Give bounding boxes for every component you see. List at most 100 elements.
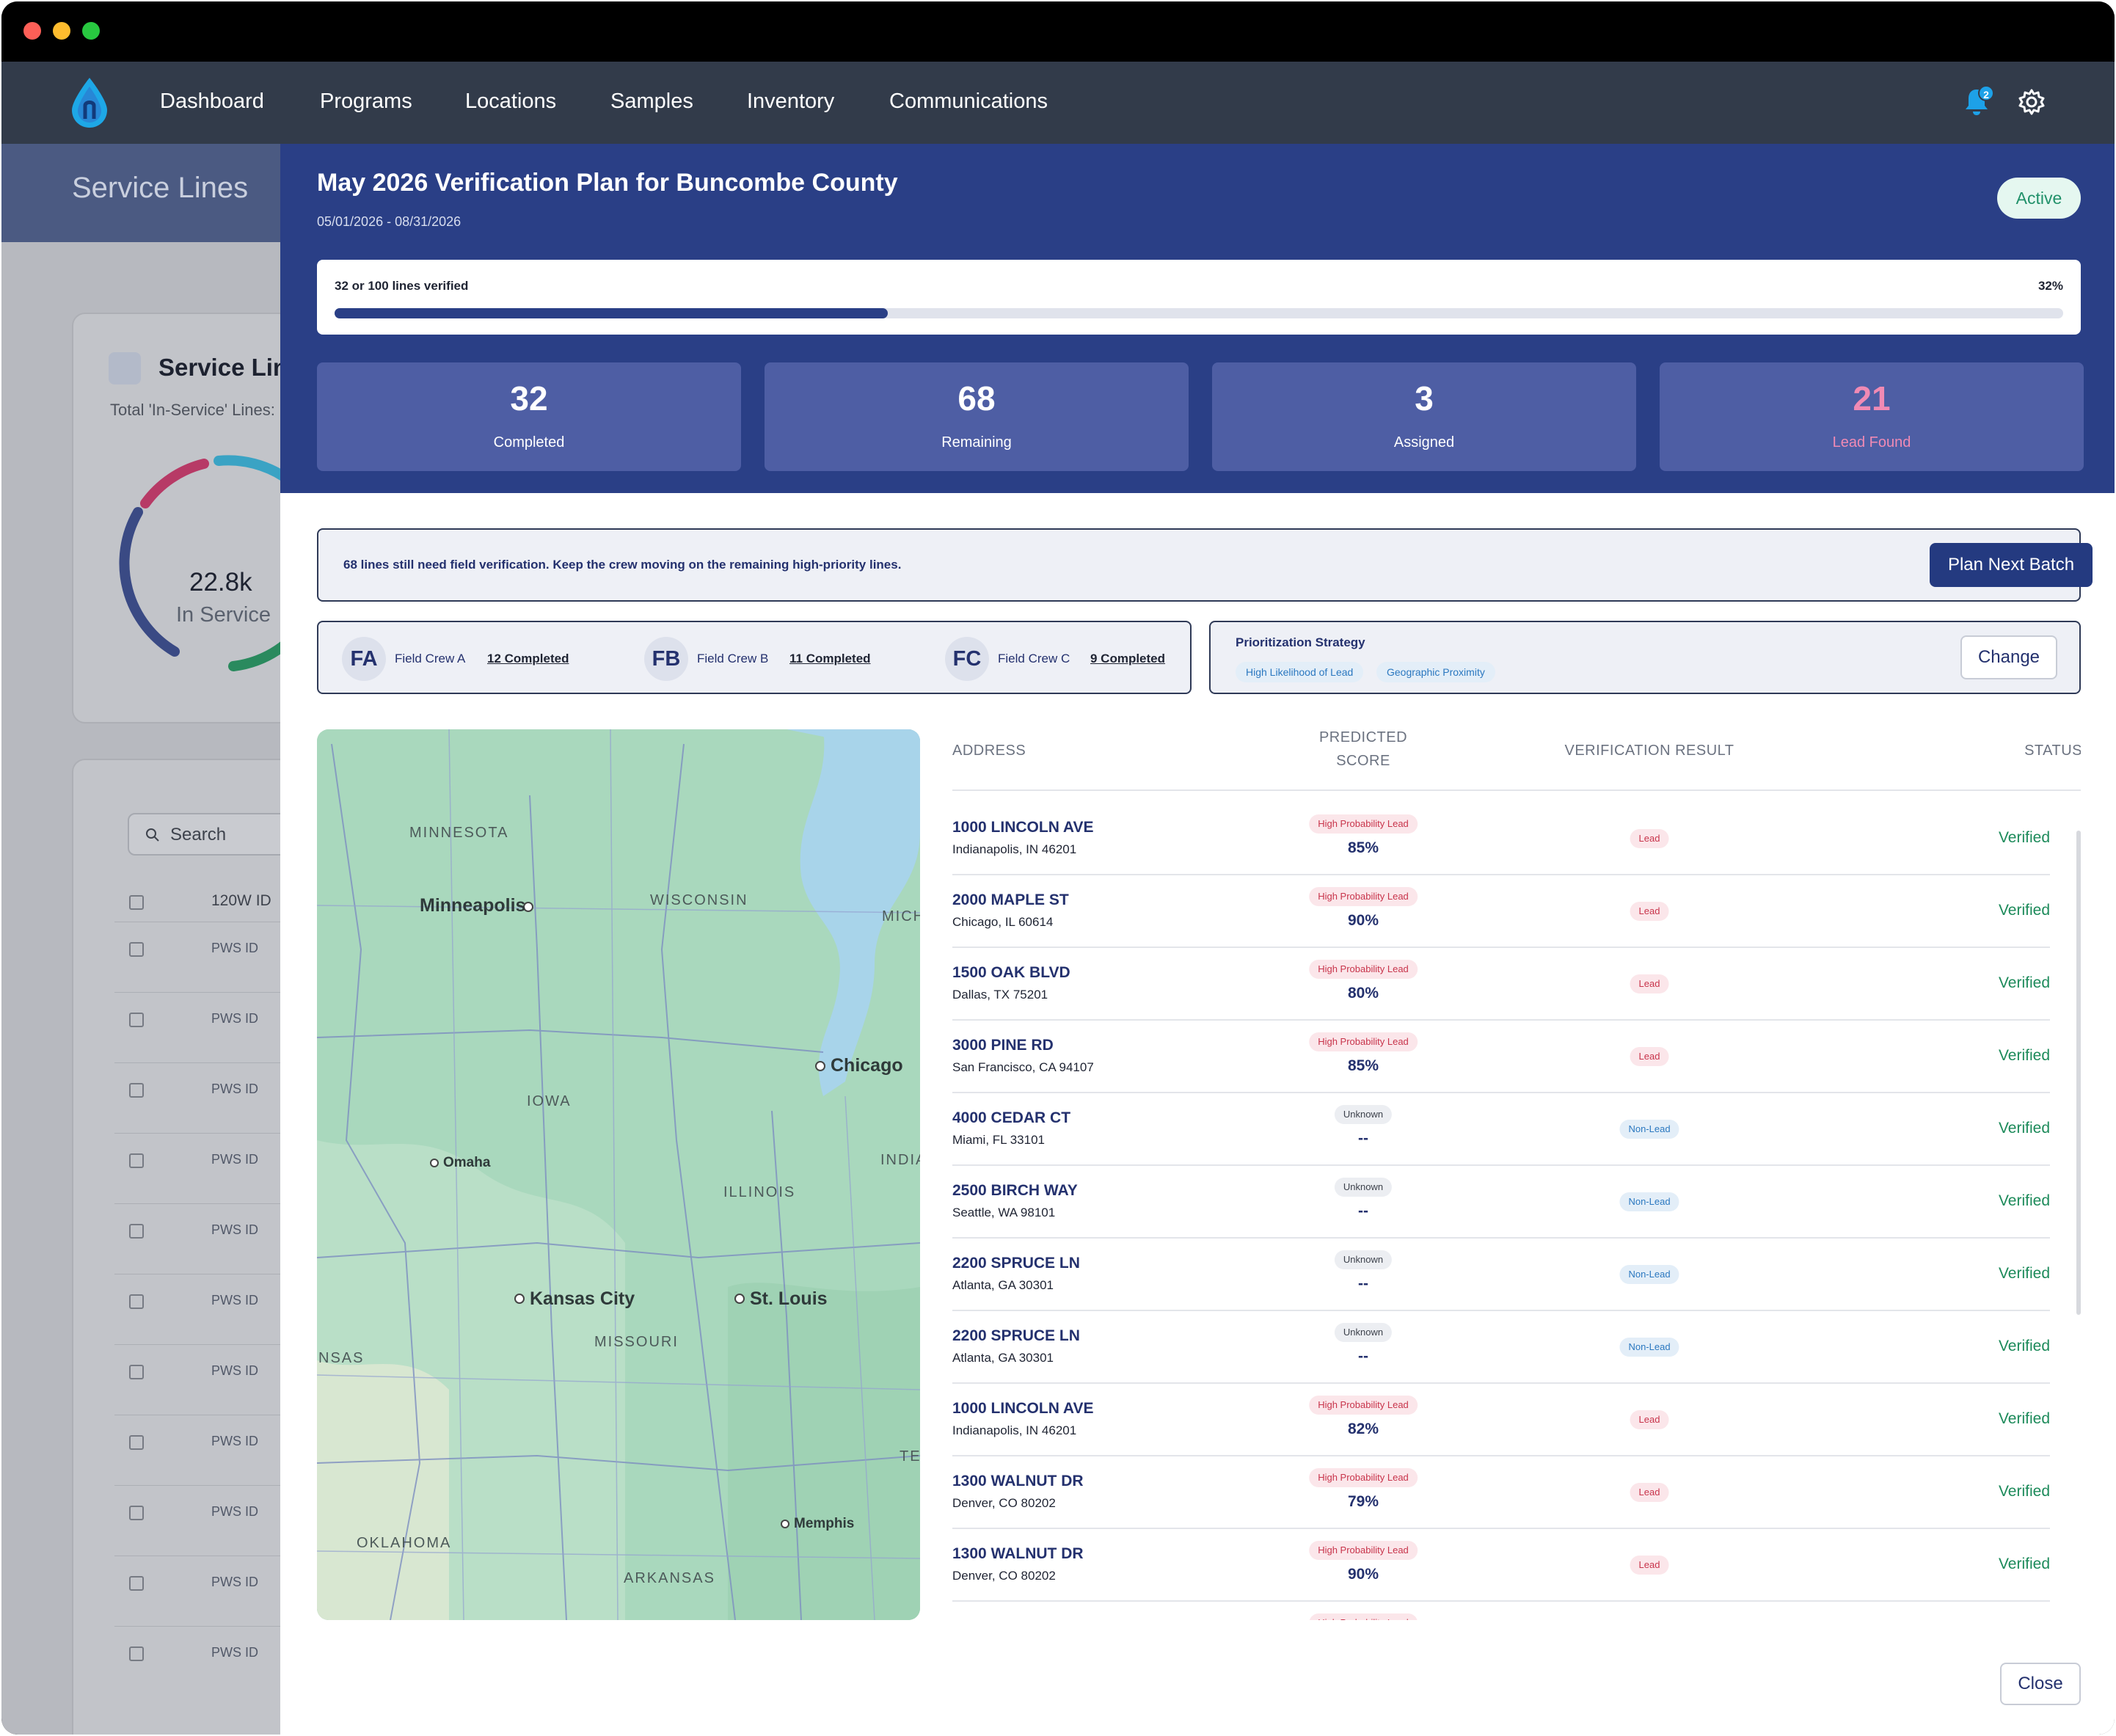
row-status: Verified <box>1998 1047 2050 1064</box>
row-address[interactable]: 2200 SPRUCE LN <box>952 1255 1080 1272</box>
plan-dates: 05/01/2026 - 08/31/2026 <box>317 214 461 229</box>
water-drop-logo-icon[interactable] <box>69 76 110 129</box>
column-header-result[interactable]: VERIFICATION RESULT <box>1539 743 1759 759</box>
row-address[interactable]: 1300 WALNUT DR <box>952 1545 1084 1563</box>
row-address[interactable]: 2200 SPRUCE LN <box>952 1327 1080 1345</box>
row-id[interactable]: PWS ID <box>211 941 258 956</box>
row-id[interactable]: PWS ID <box>211 1645 258 1660</box>
row-city: Miami, FL 33101 <box>952 1133 1045 1147</box>
table-row[interactable]: 1300 WALNUT DR Denver, CO 80202 High Proba… <box>952 1529 2050 1602</box>
service-lines-table-card: Search 120W ID PWS ID PWS ID PWS ID PWS ID P… <box>72 759 335 1735</box>
crew-completed-link[interactable]: 9 Completed <box>1090 652 1165 666</box>
table-row[interactable]: 2200 SPRUCE LN Atlanta, GA 30301 Unknown --… <box>952 1239 2050 1311</box>
row-checkbox[interactable] <box>129 1506 144 1520</box>
row-checkbox[interactable] <box>129 1083 144 1098</box>
progress-percent: 32% <box>2037 279 2063 293</box>
close-button[interactable]: Close <box>2000 1663 2081 1705</box>
table-row[interactable]: 3000 PINE RD San Francisco, CA 94107 High … <box>952 1021 2050 1093</box>
row-address[interactable]: 1000 LINCOLN AVE <box>952 1400 1094 1418</box>
row-checkbox[interactable] <box>129 1435 144 1450</box>
crew-avatar: FC <box>945 637 989 681</box>
row-address[interactable]: 4000 CEDAR CT <box>952 1109 1070 1127</box>
map-state-label: IOWA <box>527 1093 572 1109</box>
table-row[interactable]: 1300 WALNUT DR Denver, CO 80202 High Proba… <box>952 1456 2050 1529</box>
column-header-score-line1[interactable]: PREDICTED <box>1275 729 1451 746</box>
row-id[interactable]: PWS ID <box>211 1011 258 1026</box>
close-window-button[interactable] <box>23 22 41 40</box>
row-checkbox[interactable] <box>129 1646 144 1661</box>
crew-completed-link[interactable]: 11 Completed <box>789 652 871 666</box>
gear-icon[interactable] <box>2018 88 2046 116</box>
row-city: San Francisco, CA 94107 <box>952 1060 1094 1074</box>
row-checkbox[interactable] <box>129 1365 144 1379</box>
row-id[interactable]: PWS ID <box>211 1575 258 1590</box>
row-checkbox[interactable] <box>129 1576 144 1591</box>
progress-track <box>335 308 2063 318</box>
table-row[interactable]: 4000 CEDAR CT Miami, FL 33101 Unknown -- Non… <box>952 1093 2050 1166</box>
table-row[interactable]: 1500 OAK BLVD Dallas, TX 75201 High Probab… <box>952 948 2050 1021</box>
column-header-score-line2[interactable]: SCORE <box>1275 753 1451 770</box>
minimize-window-button[interactable] <box>53 22 70 40</box>
crew-avatar: FA <box>342 637 386 681</box>
row-id[interactable]: PWS ID <box>211 1152 258 1167</box>
row-id[interactable]: PWS ID <box>211 1293 258 1308</box>
table-row[interactable]: 1000 LINCOLN AVEIndianapolis, IN 46201Hi… <box>952 1384 2050 1456</box>
row-address[interactable]: 1000 LINCOLN AVE <box>952 1618 1094 1620</box>
summary-card-subtitle: Total 'In-Service' Lines: <box>110 401 275 419</box>
maximize-window-button[interactable] <box>82 22 100 40</box>
map-city-label: Kansas City <box>530 1288 635 1309</box>
nav-dashboard[interactable]: Dashboard <box>160 90 264 114</box>
select-all-checkbox[interactable] <box>129 895 144 910</box>
donut-label: In Service <box>176 603 271 627</box>
row-checkbox[interactable] <box>129 1224 144 1239</box>
crew-completed-link[interactable]: 12 Completed <box>487 652 569 666</box>
row-id[interactable]: PWS ID <box>211 1222 258 1238</box>
result-badge: Non-Lead <box>1619 1120 1679 1139</box>
row-address[interactable]: 2500 BIRCH WAY <box>952 1182 1078 1200</box>
score-badge: Unknown <box>1334 1323 1393 1342</box>
row-id[interactable]: PWS ID <box>211 1504 258 1520</box>
column-header-status[interactable]: STATUS <box>1965 743 2081 759</box>
table-row[interactable]: 1000 LINCOLN AVEIndianapolis, IN 46201Hi… <box>952 803 2050 875</box>
map-state-label: ARKANSAS <box>624 1570 715 1586</box>
row-id[interactable]: PWS ID <box>211 1082 258 1097</box>
row-checkbox[interactable] <box>129 1294 144 1309</box>
table-row[interactable]: 2500 BIRCH WAY Seattle, WA 98101 Unknown --… <box>952 1166 2050 1239</box>
nav-inventory[interactable]: Inventory <box>747 90 834 114</box>
row-address[interactable]: 1500 OAK BLVD <box>952 964 1070 982</box>
change-strategy-button[interactable]: Change <box>1960 635 2057 679</box>
row-checkbox[interactable] <box>129 1013 144 1027</box>
map-terrain <box>317 729 920 1620</box>
row-address[interactable]: 3000 PINE RD <box>952 1037 1054 1054</box>
plan-next-batch-button[interactable]: Plan Next Batch <box>1930 543 2093 587</box>
nav-samples[interactable]: Samples <box>610 90 693 114</box>
row-checkbox[interactable] <box>129 1153 144 1168</box>
row-address[interactable]: 2000 MAPLE ST <box>952 891 1069 909</box>
table-row[interactable]: 2000 MAPLE ST Chicago, IL 60614 High Proba… <box>952 875 2050 948</box>
map-view[interactable]: MINNESOTA WISCONSIN MICH IOWA INDIA ILLI… <box>317 729 920 1620</box>
row-address[interactable]: 1300 WALNUT DR <box>952 1473 1084 1490</box>
nav-locations[interactable]: Locations <box>465 90 556 114</box>
result-badge: Non-Lead <box>1619 1338 1679 1357</box>
score-value: -- <box>1358 1203 1368 1219</box>
row-id[interactable]: PWS ID <box>211 1363 258 1379</box>
table-scrollbar[interactable] <box>2076 831 2081 1315</box>
score-value: 80% <box>1347 985 1379 1002</box>
plan-title: May 2026 Verification Plan for Buncombe … <box>317 169 898 197</box>
column-header-address[interactable]: ADDRESS <box>952 743 1026 759</box>
nav-communications[interactable]: Communications <box>889 90 1048 114</box>
row-checkbox[interactable] <box>129 942 144 957</box>
row-city: Denver, CO 80202 <box>952 1569 1056 1583</box>
score-value: -- <box>1358 1130 1368 1147</box>
score-badge: High Probability Lead <box>1309 887 1418 906</box>
stat-value: 3 <box>1415 379 1434 417</box>
row-address[interactable]: 1000 LINCOLN AVE <box>952 819 1094 836</box>
stat-assigned: 3 Assigned <box>1212 362 1636 471</box>
table-row[interactable]: 1000 LINCOLN AVEIndianapolis, IN 46201Hi… <box>952 1602 2050 1620</box>
service-lines-summary-card: Service Lin Total 'In-Service' Lines: 22… <box>72 313 334 723</box>
nav-programs[interactable]: Programs <box>320 90 412 114</box>
table-row[interactable]: 2200 SPRUCE LN Atlanta, GA 30301 Unknown --… <box>952 1311 2050 1384</box>
plan-header: May 2026 Verification Plan for Buncombe … <box>280 144 2115 493</box>
strategy-chip: High Likelihood of Lead <box>1236 662 1364 682</box>
row-id[interactable]: PWS ID <box>211 1434 258 1449</box>
